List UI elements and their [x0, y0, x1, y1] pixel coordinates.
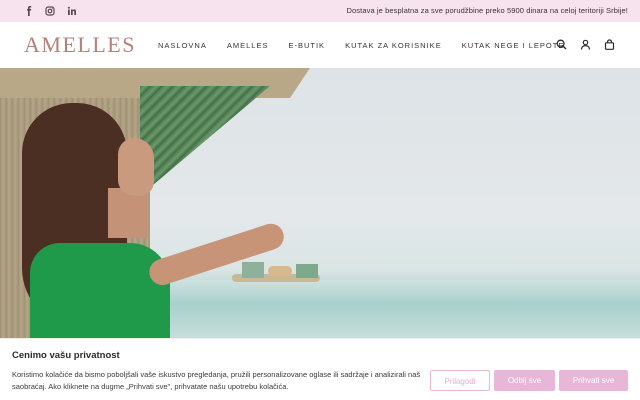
facebook-icon[interactable] — [24, 6, 34, 16]
nav-item-kutak-za-korisnike[interactable]: KUTAK ZA KORISNIKE — [345, 41, 442, 50]
reject-all-button[interactable]: Odbij sve — [494, 370, 555, 391]
product-bar — [268, 266, 292, 276]
linkedin-icon[interactable] — [67, 6, 77, 16]
logo[interactable]: AMELLES — [24, 32, 136, 58]
account-icon[interactable] — [580, 39, 591, 50]
nav-item-amelles[interactable]: AMELLES — [227, 41, 269, 50]
site-header: AMELLES NASLOVNA AMELLES E-BUTIK KUTAK Z… — [0, 22, 640, 68]
shipping-notice: Dostava je besplatna za sve porudžbine p… — [346, 6, 628, 15]
nav-item-kutak-nege-i-lepote[interactable]: KUTAK NEGE I LEPOTE — [462, 41, 565, 50]
main-nav: NASLOVNA AMELLES E-BUTIK KUTAK ZA KORISN… — [158, 41, 584, 50]
search-icon[interactable] — [556, 39, 567, 50]
top-bar: Dostava je besplatna za sve porudžbine p… — [0, 0, 640, 22]
nav-item-naslovna[interactable]: NASLOVNA — [158, 41, 207, 50]
product-box — [296, 264, 318, 278]
accept-all-button[interactable]: Prihvati sve — [559, 370, 628, 391]
cookie-consent-banner: Cenimo vašu privatnost Koristimo kolačić… — [0, 338, 640, 400]
nav-item-e-butik[interactable]: E-BUTIK — [288, 41, 325, 50]
instagram-icon[interactable] — [45, 6, 55, 16]
model-face — [118, 138, 154, 196]
product-box — [242, 262, 264, 278]
cookie-title: Cenimo vašu privatnost — [12, 350, 120, 361]
hero-banner — [0, 68, 640, 338]
green-dress — [30, 243, 170, 338]
customize-button[interactable]: Prilagodi — [430, 370, 490, 391]
cookie-description: Koristimo kolačiće da bismo poboljšali v… — [12, 370, 421, 391]
green-shutters — [140, 86, 270, 196]
cart-icon[interactable] — [604, 39, 615, 50]
